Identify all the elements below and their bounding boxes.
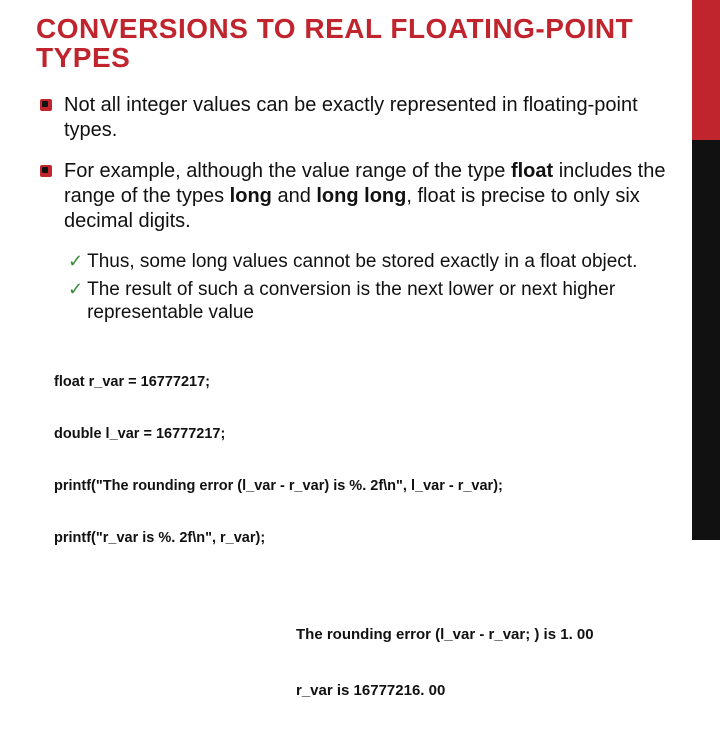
keyword-float: float <box>511 160 553 182</box>
accent-red <box>692 0 720 140</box>
output-line-2: r_var is 16777216. 00 <box>296 682 682 701</box>
sub-list: ✓ Thus, some long values cannot be store… <box>68 250 682 325</box>
code-line-3: printf("The rounding error (l_var - r_va… <box>54 478 682 495</box>
sub-text-1: Thus, some long values cannot be stored … <box>87 250 637 274</box>
sub-item-2: ✓ The result of such a conversion is the… <box>68 278 682 326</box>
bullet-square-icon <box>40 99 52 111</box>
code-line-2: double l_var = 16777217; <box>54 426 682 443</box>
output-block: The rounding error (l_var - r_var; ) is … <box>296 589 682 739</box>
bullet-item-2: For example, although the value range of… <box>36 159 682 234</box>
check-icon: ✓ <box>68 278 83 301</box>
keyword-long: long <box>230 185 272 207</box>
code-line-4: printf("r_var is %. 2f\n", r_var); <box>54 530 682 547</box>
output-line-1: The rounding error (l_var - r_var; ) is … <box>296 626 682 645</box>
slide-content: CONVERSIONS TO REAL FLOATING-POINT TYPES… <box>0 0 720 749</box>
check-icon: ✓ <box>68 250 83 273</box>
sub-item-1: ✓ Thus, some long values cannot be store… <box>68 250 682 274</box>
bullet-item-1: Not all integer values can be exactly re… <box>36 93 682 143</box>
bullet-text-1: Not all integer values can be exactly re… <box>64 93 682 143</box>
code-block: float r_var = 16777217; double l_var = 1… <box>54 339 682 582</box>
sub-text-2: The result of such a conversion is the n… <box>87 278 682 326</box>
text-fragment: and <box>272 185 316 207</box>
text-fragment: For example, although the value range of… <box>64 160 511 182</box>
accent-black <box>692 140 720 540</box>
slide-title: CONVERSIONS TO REAL FLOATING-POINT TYPES <box>36 14 682 73</box>
bullet-square-icon <box>40 165 52 177</box>
keyword-longlong: long long <box>316 185 406 207</box>
right-accent-bar <box>692 0 720 540</box>
bullet-text-2: For example, although the value range of… <box>64 159 682 234</box>
code-line-1: float r_var = 16777217; <box>54 374 682 391</box>
